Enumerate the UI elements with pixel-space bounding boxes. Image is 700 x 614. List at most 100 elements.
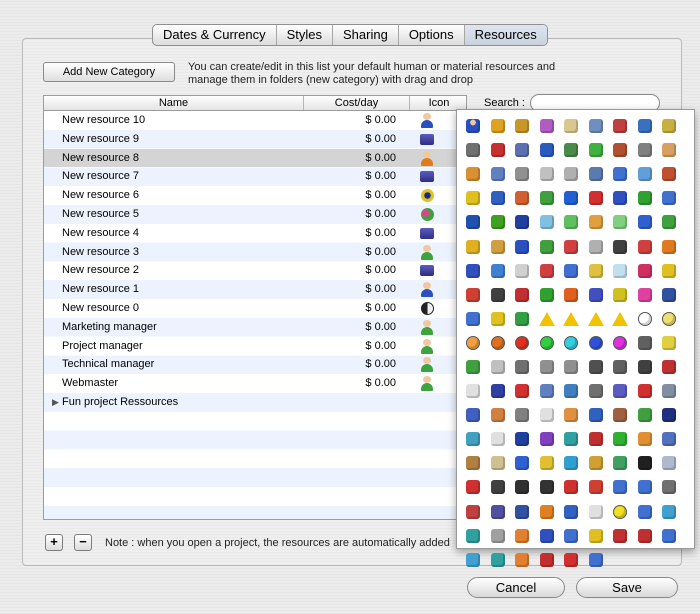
tractor-red-icon[interactable] — [633, 524, 658, 548]
van-orange-icon[interactable] — [510, 524, 535, 548]
person-orange2-icon[interactable] — [559, 403, 584, 427]
caution-icon[interactable] — [608, 307, 633, 331]
bulb-icon[interactable] — [657, 331, 682, 355]
pallet-icon[interactable] — [535, 379, 560, 403]
warning-icon[interactable] — [535, 307, 560, 331]
lamp-icon[interactable] — [584, 259, 609, 283]
tab-options[interactable]: Options — [397, 25, 464, 45]
mouse-icon[interactable] — [486, 475, 511, 499]
table-row[interactable]: New resource 4 $ 0.00 — [44, 224, 466, 243]
pill-blue-icon[interactable] — [559, 259, 584, 283]
disclosure-triangle-icon[interactable]: ▶ — [52, 393, 59, 412]
glass-green2-icon[interactable] — [608, 210, 633, 234]
truck-blue-icon[interactable] — [559, 524, 584, 548]
shield-icon[interactable] — [559, 355, 584, 379]
save-button[interactable]: Save — [576, 577, 678, 598]
people-group-icon[interactable] — [633, 427, 658, 451]
add-resource-button[interactable]: + — [45, 534, 63, 551]
glass-green-icon[interactable] — [559, 210, 584, 234]
house-icon[interactable] — [608, 114, 633, 138]
truck-icon[interactable] — [486, 114, 511, 138]
molecule-icon[interactable] — [486, 138, 511, 162]
yin-yang-icon[interactable] — [535, 475, 560, 499]
cd-icon[interactable] — [486, 355, 511, 379]
warning2-icon[interactable] — [584, 307, 609, 331]
chip-icon[interactable] — [486, 379, 511, 403]
hammer-icon[interactable] — [461, 451, 486, 475]
laptop-icon[interactable] — [657, 283, 682, 307]
pawn-green-icon[interactable] — [535, 234, 560, 258]
sun-gear-icon[interactable] — [421, 189, 434, 203]
agent-icon[interactable] — [608, 234, 633, 258]
recycle-icon[interactable] — [510, 307, 535, 331]
gauge-icon[interactable] — [510, 162, 535, 186]
phone-icon[interactable] — [633, 355, 658, 379]
folder-row[interactable]: ▶ Fun project Ressources — [44, 393, 466, 412]
car-yellow-icon[interactable] — [584, 524, 609, 548]
person-blue-icon[interactable] — [420, 113, 434, 128]
radio-icon[interactable] — [608, 355, 633, 379]
car-white-icon[interactable] — [584, 500, 609, 524]
person-blue2-icon[interactable] — [461, 259, 486, 283]
hourglass-icon[interactable] — [559, 114, 584, 138]
syringe-icon[interactable] — [608, 475, 633, 499]
table-row[interactable]: New resource 8 $ 0.00 — [44, 148, 466, 168]
radiation-icon[interactable] — [559, 307, 584, 331]
person-cyan-icon[interactable] — [461, 427, 486, 451]
paintbrush-icon[interactable] — [510, 186, 535, 210]
table-row[interactable]: New resource 5 $ 0.00 — [44, 205, 466, 224]
person-blue-icon[interactable] — [420, 282, 434, 298]
house2-icon[interactable] — [461, 500, 486, 524]
person-purple-icon[interactable] — [535, 427, 560, 451]
gear-icon[interactable] — [510, 138, 535, 162]
robot-icon[interactable] — [486, 162, 511, 186]
pawn-gray-icon[interactable] — [584, 234, 609, 258]
planet-icon[interactable] — [461, 403, 486, 427]
table-row[interactable]: New resource 1 $ 0.00 — [44, 280, 466, 299]
thermometer-icon[interactable] — [559, 475, 584, 499]
tools-icon[interactable] — [633, 138, 658, 162]
pencils-icon[interactable] — [657, 114, 682, 138]
table-row[interactable]: Project manager $ 0.00 — [44, 337, 466, 356]
person-navy-icon[interactable] — [657, 403, 682, 427]
person-tan-icon[interactable] — [486, 403, 511, 427]
car-blue-icon[interactable] — [657, 524, 682, 548]
monitor-icon[interactable] — [584, 162, 609, 186]
alarm-clock-icon[interactable] — [510, 379, 535, 403]
molecules-icon[interactable] — [535, 186, 560, 210]
cube-blue4-icon[interactable] — [559, 500, 584, 524]
tab-styles[interactable]: Styles — [275, 25, 332, 45]
hourglass2-icon[interactable] — [486, 451, 511, 475]
people-icon[interactable] — [461, 162, 486, 186]
flag-blue-icon[interactable] — [633, 210, 658, 234]
pill-red-icon[interactable] — [535, 259, 560, 283]
extinguisher-icon[interactable] — [633, 379, 658, 403]
cubes-green-icon[interactable] — [633, 186, 658, 210]
person-green-icon[interactable] — [420, 319, 434, 335]
lock-icon[interactable] — [535, 355, 560, 379]
cylinder-blue-icon[interactable] — [510, 210, 535, 234]
brush-icon[interactable] — [486, 186, 511, 210]
van-cyan-icon[interactable] — [657, 500, 682, 524]
flag-green-icon[interactable] — [657, 210, 682, 234]
tab-dates-currency[interactable]: Dates & Currency — [153, 25, 276, 45]
tire-icon[interactable] — [510, 475, 535, 499]
person-orange-icon[interactable] — [657, 234, 682, 258]
circle-red-icon[interactable] — [510, 331, 535, 355]
card-icon[interactable] — [461, 379, 486, 403]
traffic-light2-icon[interactable] — [510, 283, 535, 307]
chip2-icon[interactable] — [486, 500, 511, 524]
car-red-icon[interactable] — [559, 548, 584, 572]
dice-icon[interactable] — [510, 451, 535, 475]
pen-icon[interactable] — [633, 114, 658, 138]
table-row[interactable]: New resource 2 $ 0.00 — [44, 261, 466, 280]
circle-orange2-icon[interactable] — [486, 331, 511, 355]
pen-red-icon[interactable] — [584, 475, 609, 499]
chain-icon[interactable] — [608, 451, 633, 475]
person-gray-icon[interactable] — [510, 403, 535, 427]
puzzle-icon[interactable] — [486, 234, 511, 258]
circle-orange-icon[interactable] — [461, 331, 486, 355]
printer-icon[interactable] — [420, 227, 434, 239]
cube-blue-icon[interactable] — [559, 186, 584, 210]
building-icon[interactable] — [584, 114, 609, 138]
